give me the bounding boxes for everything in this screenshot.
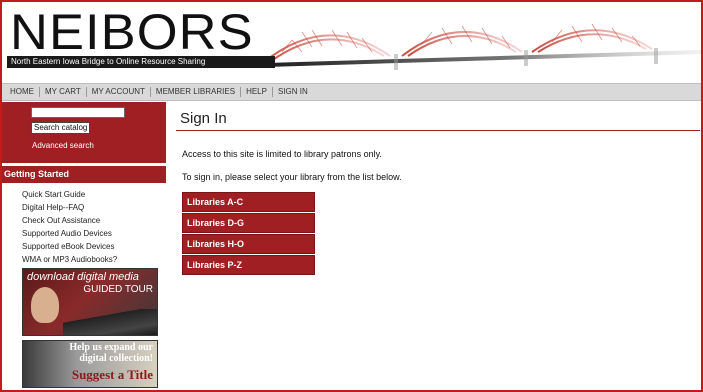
link-quick-start-guide[interactable]: Quick Start Guide: [22, 188, 117, 201]
search-panel: Search catalog Advanced search: [2, 102, 166, 163]
nav-sign-in[interactable]: SIGN IN: [273, 87, 313, 97]
suggest-line2: digital collection!: [79, 353, 153, 364]
library-group-a-c[interactable]: Libraries A-C: [182, 192, 315, 212]
library-group-p-z[interactable]: Libraries P-Z: [182, 255, 315, 275]
main-content: Sign In Access to this site is limited t…: [176, 110, 700, 275]
road-graphic: [63, 309, 157, 335]
getting-started-list: Quick Start Guide Digital Help--FAQ Chec…: [22, 188, 117, 266]
left-sidebar: Search catalog Advanced search Getting S…: [2, 102, 166, 390]
library-group-h-o[interactable]: Libraries H-O: [182, 234, 315, 254]
link-supported-ebook-devices[interactable]: Supported eBook Devices: [22, 240, 117, 253]
logo-title[interactable]: NEIBORS: [10, 6, 254, 58]
suggest-title-banner[interactable]: Help us expand our digital collection! S…: [22, 340, 158, 388]
library-group-d-g[interactable]: Libraries D-G: [182, 213, 315, 233]
nav-my-cart[interactable]: MY CART: [40, 87, 87, 97]
nav-member-libraries[interactable]: MEMBER LIBRARIES: [151, 87, 242, 97]
page-frame: NEIBORS North Eastern Iowa Bridge to Onl…: [0, 0, 703, 392]
search-catalog-button[interactable]: Search catalog: [31, 122, 91, 134]
link-wma-or-mp3-audiobooks[interactable]: WMA or MP3 Audiobooks?: [22, 253, 117, 266]
sign-in-instruction: To sign in, please select your library f…: [182, 172, 402, 182]
logo-subtitle: North Eastern Iowa Bridge to Online Reso…: [11, 57, 206, 66]
title-divider: [176, 130, 700, 131]
access-notice: Access to this site is limited to librar…: [182, 149, 382, 159]
top-nav: HOME MY CART MY ACCOUNT MEMBER LIBRARIES…: [2, 83, 701, 101]
search-input[interactable]: [31, 107, 125, 118]
headphones-person-image: [31, 287, 59, 323]
page-title: Sign In: [180, 110, 227, 127]
guided-tour-banner[interactable]: download digital media GUIDED TOUR: [22, 268, 158, 336]
nav-my-account[interactable]: MY ACCOUNT: [87, 87, 151, 97]
suggest-line3: Suggest a Title: [71, 367, 153, 382]
link-supported-audio-devices[interactable]: Supported Audio Devices: [22, 227, 117, 240]
header-banner: NEIBORS North Eastern Iowa Bridge to Onl…: [2, 2, 701, 80]
library-list: Libraries A-C Libraries D-G Libraries H-…: [182, 192, 315, 276]
nav-home[interactable]: HOME: [5, 87, 40, 97]
link-check-out-assistance[interactable]: Check Out Assistance: [22, 214, 117, 227]
guided-tour-line2: GUIDED TOUR: [83, 284, 153, 295]
nav-help[interactable]: HELP: [241, 87, 273, 97]
advanced-search-link[interactable]: Advanced search: [32, 141, 94, 150]
guided-tour-line1: download digital media: [27, 271, 139, 283]
getting-started-header: Getting Started: [2, 166, 166, 183]
link-digital-help-faq[interactable]: Digital Help--FAQ: [22, 201, 117, 214]
suggest-line1: Help us expand our: [69, 342, 153, 353]
